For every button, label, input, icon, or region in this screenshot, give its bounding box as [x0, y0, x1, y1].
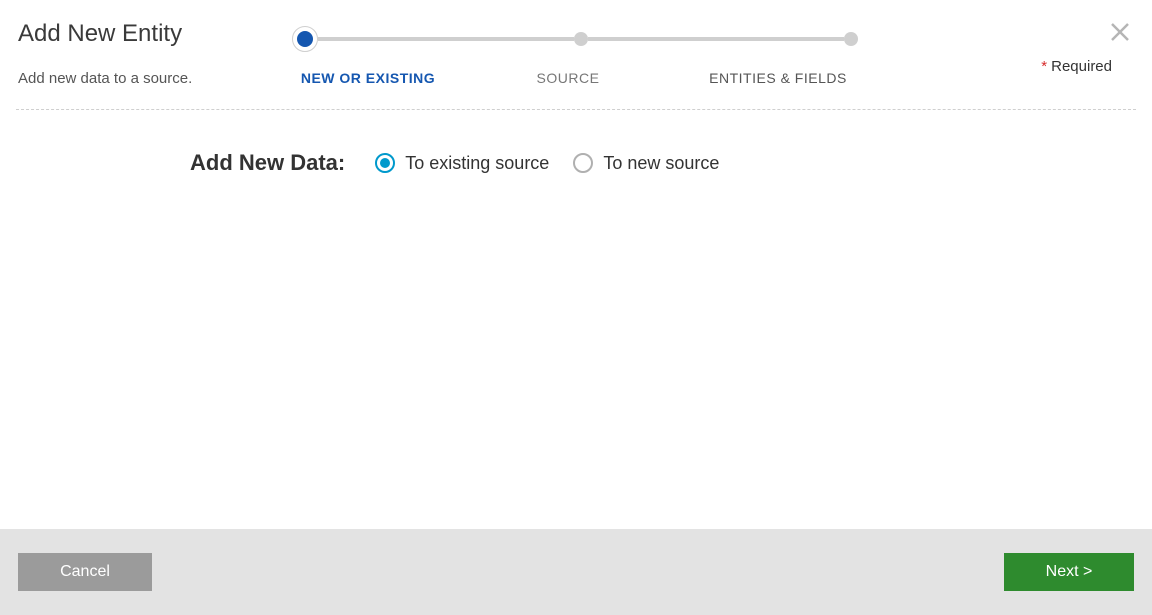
required-star-icon: * — [1041, 58, 1047, 75]
radio-option-existing-source[interactable]: To existing source — [375, 153, 549, 174]
stepper: NEW OR EXISTING SOURCE ENTITIES & FIELDS — [298, 14, 1134, 86]
radio-option-label: To new source — [603, 153, 719, 174]
step-dot-1-inner — [297, 31, 313, 47]
required-indicator: *Required — [1041, 58, 1112, 75]
step-label-new-or-existing[interactable]: NEW OR EXISTING — [268, 70, 468, 86]
dialog-title: Add New Entity — [18, 20, 258, 48]
stepper-labels: NEW OR EXISTING SOURCE ENTITIES & FIELDS — [268, 70, 888, 86]
step-label-source[interactable]: SOURCE — [468, 70, 668, 86]
radio-option-new-source[interactable]: To new source — [573, 153, 719, 174]
step-connector — [588, 37, 844, 41]
add-new-data-label: Add New Data: — [190, 150, 345, 176]
close-button[interactable] — [1102, 14, 1138, 50]
step-label-entities-fields[interactable]: ENTITIES & FIELDS — [668, 70, 888, 86]
add-new-data-row: Add New Data: To existing source To new … — [60, 150, 1092, 176]
step-dot-2[interactable] — [574, 32, 588, 46]
step-dot-1[interactable] — [292, 26, 318, 52]
close-icon — [1108, 20, 1132, 44]
add-entity-dialog: Add New Entity Add new data to a source.… — [0, 0, 1152, 615]
dialog-footer: Cancel Next > — [0, 529, 1152, 615]
radio-option-label: To existing source — [405, 153, 549, 174]
cancel-button[interactable]: Cancel — [18, 553, 152, 591]
step-connector — [318, 37, 574, 41]
dialog-body: Add New Data: To existing source To new … — [0, 110, 1152, 529]
dialog-header: Add New Entity Add new data to a source.… — [0, 0, 1152, 87]
stepper-track — [298, 26, 858, 52]
radio-icon — [573, 153, 593, 173]
next-button[interactable]: Next > — [1004, 553, 1134, 591]
step-dot-3[interactable] — [844, 32, 858, 46]
radio-icon — [375, 153, 395, 173]
required-label: Required — [1051, 58, 1112, 75]
title-block: Add New Entity Add new data to a source. — [18, 14, 258, 87]
dialog-subtitle: Add new data to a source. — [18, 70, 258, 87]
